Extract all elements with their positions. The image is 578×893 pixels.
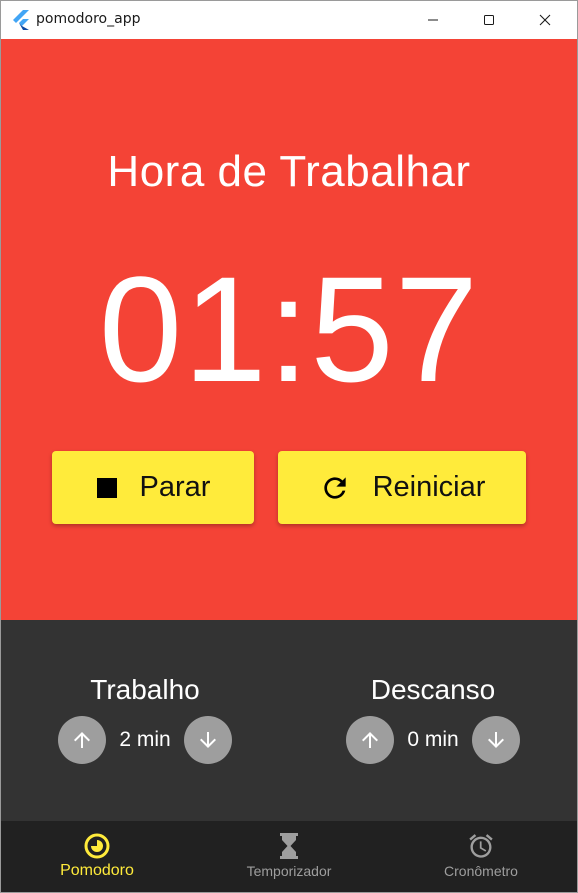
title-bar[interactable]: pomodoro_app bbox=[1, 1, 577, 39]
close-icon bbox=[539, 14, 551, 26]
reset-button-label: Reiniciar bbox=[372, 471, 486, 503]
timer-display: 01:57 bbox=[98, 245, 480, 413]
app-window: pomodoro_app Hora de Trabalhar 01:57 Par… bbox=[0, 0, 578, 893]
maximize-icon bbox=[484, 15, 494, 25]
bottom-navigation: Pomodoro Temporizador Cronômetro bbox=[1, 821, 577, 892]
work-stepper: 2 min bbox=[45, 716, 245, 764]
close-button[interactable] bbox=[517, 1, 573, 39]
nav-label-cronometro: Cronômetro bbox=[444, 863, 518, 879]
minimize-icon bbox=[428, 19, 438, 21]
maximize-button[interactable] bbox=[461, 1, 517, 39]
settings-panel: Trabalho 2 min Descanso 0 min bbox=[1, 620, 577, 821]
rest-stepper: 0 min bbox=[333, 716, 533, 764]
rest-duration-setting: Descanso 0 min bbox=[333, 674, 533, 764]
work-decrease-button[interactable] bbox=[183, 716, 232, 764]
reset-button[interactable]: Reiniciar bbox=[278, 451, 526, 524]
arrow-down-icon bbox=[199, 732, 216, 748]
work-duration-setting: Trabalho 2 min bbox=[45, 674, 245, 764]
flutter-logo-icon bbox=[12, 10, 30, 30]
rest-increase-button[interactable] bbox=[346, 716, 395, 764]
work-value: 2 min bbox=[119, 728, 171, 751]
stop-button[interactable]: Parar bbox=[52, 451, 254, 524]
nav-label-pomodoro: Pomodoro bbox=[60, 862, 134, 879]
stop-button-label: Parar bbox=[139, 471, 211, 503]
nav-item-pomodoro[interactable]: Pomodoro bbox=[1, 821, 193, 892]
refresh-icon bbox=[319, 472, 351, 504]
nav-label-temporizador: Temporizador bbox=[246, 863, 332, 879]
rest-decrease-button[interactable] bbox=[471, 716, 520, 764]
nav-item-temporizador[interactable]: Temporizador bbox=[193, 821, 385, 892]
arrow-down-icon bbox=[487, 732, 504, 748]
nav-item-cronometro[interactable]: Cronômetro bbox=[385, 821, 577, 892]
arrow-up-icon bbox=[74, 732, 91, 748]
stop-icon bbox=[96, 477, 118, 499]
alarm-clock-icon bbox=[467, 832, 495, 860]
pomodoro-icon bbox=[83, 832, 111, 860]
rest-value: 0 min bbox=[407, 728, 459, 751]
hourglass-icon bbox=[278, 832, 300, 860]
rest-label: Descanso bbox=[370, 674, 496, 705]
mode-title: Hora de Trabalhar bbox=[107, 147, 471, 196]
window-title: pomodoro_app bbox=[36, 11, 141, 27]
minimize-button[interactable] bbox=[405, 1, 461, 39]
work-label: Trabalho bbox=[90, 674, 200, 705]
arrow-up-icon bbox=[362, 732, 379, 748]
timer-panel: Hora de Trabalhar 01:57 Parar Reiniciar bbox=[1, 39, 577, 620]
work-increase-button[interactable] bbox=[58, 716, 107, 764]
